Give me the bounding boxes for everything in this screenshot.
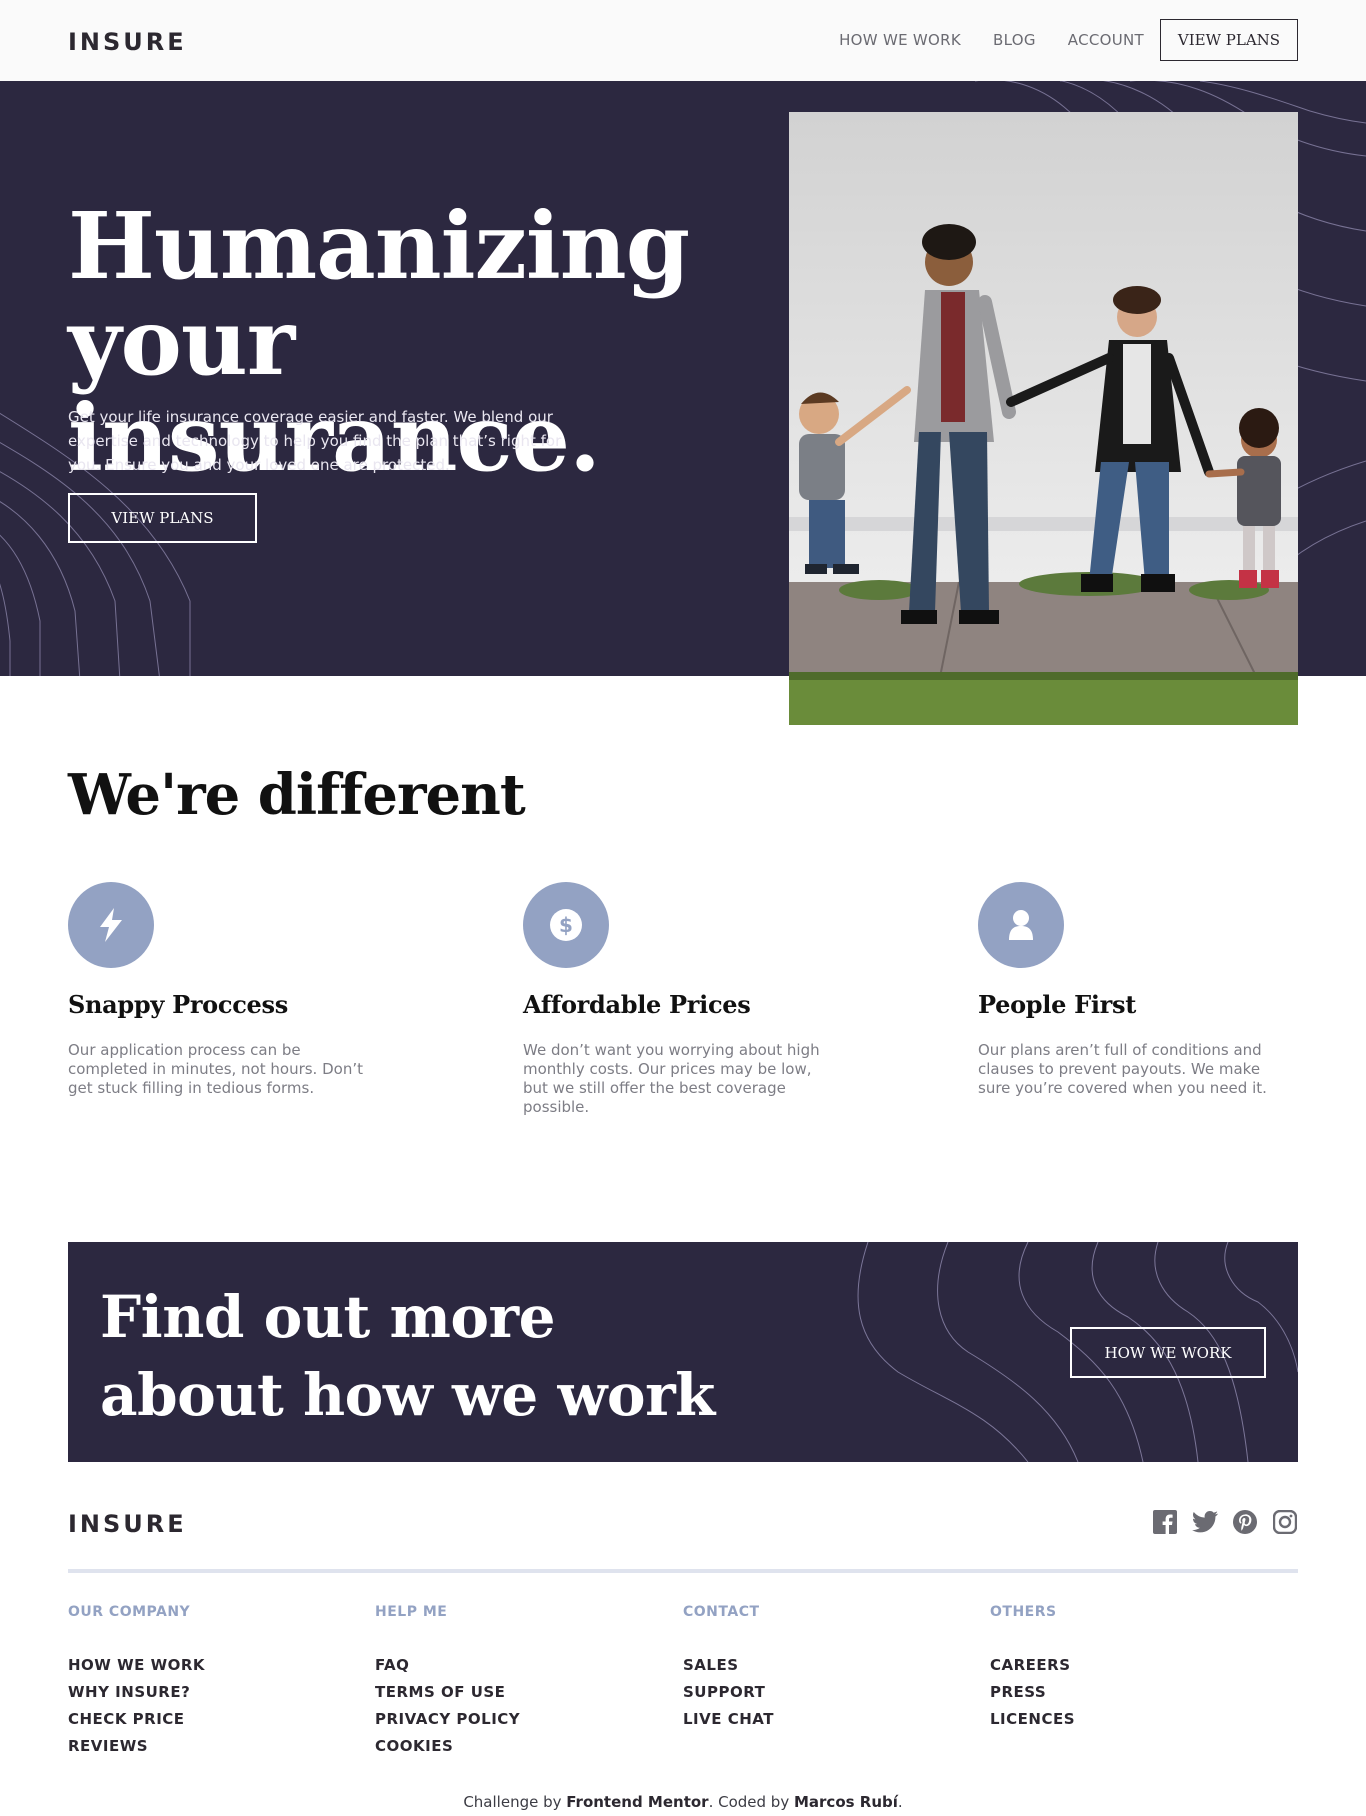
footer-link[interactable]: REVIEWS xyxy=(68,1733,348,1760)
footer-links: SALES SUPPORT LIVE CHAT xyxy=(683,1652,963,1733)
svg-text:$: $ xyxy=(559,913,573,937)
logo[interactable]: INSURE xyxy=(68,28,187,56)
top-nav: INSURE HOW WE WORK BLOG ACCOUNT VIEW PLA… xyxy=(0,0,1366,81)
hero-family-photo xyxy=(789,112,1298,725)
nav-link-account[interactable]: ACCOUNT xyxy=(1068,31,1144,49)
attribution: Challenge by Frontend Mentor. Coded by M… xyxy=(0,1793,1366,1811)
footer-links: CAREERS PRESS LICENCES xyxy=(990,1652,1270,1733)
footer-link[interactable]: TERMS OF USE xyxy=(375,1679,655,1706)
nav-link-how-we-work[interactable]: HOW WE WORK xyxy=(839,31,961,49)
credit-mid: . Coded by xyxy=(708,1793,794,1811)
feature-icon-badge: $ xyxy=(523,882,609,968)
footer-link[interactable]: CHECK PRICE xyxy=(68,1706,348,1733)
person-icon xyxy=(1009,910,1033,940)
banner-title-line1: Find out more xyxy=(100,1283,555,1351)
nav-links: HOW WE WORK BLOG ACCOUNT VIEW PLANS xyxy=(807,19,1298,61)
view-plans-nav-button[interactable]: VIEW PLANS xyxy=(1160,19,1298,61)
view-plans-hero-button[interactable]: VIEW PLANS xyxy=(68,493,257,543)
feature-title: Affordable Prices xyxy=(523,990,751,1019)
facebook-icon[interactable] xyxy=(1152,1509,1178,1535)
author-link[interactable]: Marcos Rubí xyxy=(794,1793,898,1811)
banner-title-line2: about how we work xyxy=(100,1361,715,1429)
nav-link-blog[interactable]: BLOG xyxy=(993,31,1036,49)
footer-link[interactable]: SUPPORT xyxy=(683,1679,963,1706)
family-illustration xyxy=(789,112,1298,725)
feature-card-snappy: Snappy Proccess Our application process … xyxy=(68,882,368,1098)
credit-suffix: . xyxy=(897,1793,903,1811)
hero-description: Get your life insurance coverage easier … xyxy=(68,408,562,474)
footer-column-our-company: OUR COMPANY HOW WE WORK WHY INSURE? CHEC… xyxy=(68,1604,348,1760)
footer-links: FAQ TERMS OF USE PRIVACY POLICY COOKIES xyxy=(375,1652,655,1760)
footer-link[interactable]: LIVE CHAT xyxy=(683,1706,963,1733)
how-we-work-button[interactable]: HOW WE WORK xyxy=(1070,1327,1266,1378)
footer-heading: HELP ME xyxy=(375,1604,448,1620)
footer-link[interactable]: PRIVACY POLICY xyxy=(375,1706,655,1733)
footer-heading: CONTACT xyxy=(683,1604,760,1620)
footer-link[interactable]: WHY INSURE? xyxy=(68,1679,348,1706)
footer-column-others: OTHERS CAREERS PRESS LICENCES xyxy=(990,1604,1270,1733)
lightning-icon xyxy=(100,908,122,942)
footer-link[interactable]: PRESS xyxy=(990,1679,1270,1706)
feature-text: Our plans aren’t full of conditions and … xyxy=(978,1041,1267,1097)
credit-prefix: Challenge by xyxy=(463,1793,567,1811)
footer-link[interactable]: LICENCES xyxy=(990,1706,1270,1733)
footer-divider xyxy=(68,1569,1298,1573)
footer-logo[interactable]: INSURE xyxy=(68,1510,187,1538)
dollar-coin-icon: $ xyxy=(550,909,582,941)
social-links xyxy=(1138,1509,1298,1535)
footer-heading: OUR COMPANY xyxy=(68,1604,191,1620)
footer-link[interactable]: SALES xyxy=(683,1652,963,1679)
footer-link[interactable]: CAREERS xyxy=(990,1652,1270,1679)
banner-title: Find out more about how we work xyxy=(100,1278,715,1434)
feature-icon-badge xyxy=(978,882,1064,968)
feature-icon-badge xyxy=(68,882,154,968)
how-we-work-banner: Find out more about how we work HOW WE W… xyxy=(68,1242,1298,1462)
feature-title: Snappy Proccess xyxy=(68,990,288,1019)
feature-title: People First xyxy=(978,990,1137,1019)
feature-text: Our application process can be completed… xyxy=(68,1041,363,1097)
footer-heading: OTHERS xyxy=(990,1604,1057,1620)
feature-card-affordable: $ Affordable Prices We don’t want you wo… xyxy=(523,882,823,1117)
frontend-mentor-link[interactable]: Frontend Mentor xyxy=(566,1793,708,1811)
feature-text: We don’t want you worrying about high mo… xyxy=(523,1041,820,1116)
footer-link[interactable]: HOW WE WORK xyxy=(68,1652,348,1679)
footer-links: HOW WE WORK WHY INSURE? CHECK PRICE REVI… xyxy=(68,1652,348,1760)
twitter-icon[interactable] xyxy=(1192,1509,1218,1535)
footer-link[interactable]: COOKIES xyxy=(375,1733,655,1760)
footer-column-contact: CONTACT SALES SUPPORT LIVE CHAT xyxy=(683,1604,963,1733)
section-title-different: We're different xyxy=(68,762,526,828)
footer-link[interactable]: FAQ xyxy=(375,1652,655,1679)
feature-card-people: People First Our plans aren’t full of co… xyxy=(978,882,1278,1098)
instagram-icon[interactable] xyxy=(1272,1509,1298,1535)
footer-column-help-me: HELP ME FAQ TERMS OF USE PRIVACY POLICY … xyxy=(375,1604,655,1760)
pinterest-icon[interactable] xyxy=(1232,1509,1258,1535)
hero-title-line1: Humanizing xyxy=(68,192,690,300)
